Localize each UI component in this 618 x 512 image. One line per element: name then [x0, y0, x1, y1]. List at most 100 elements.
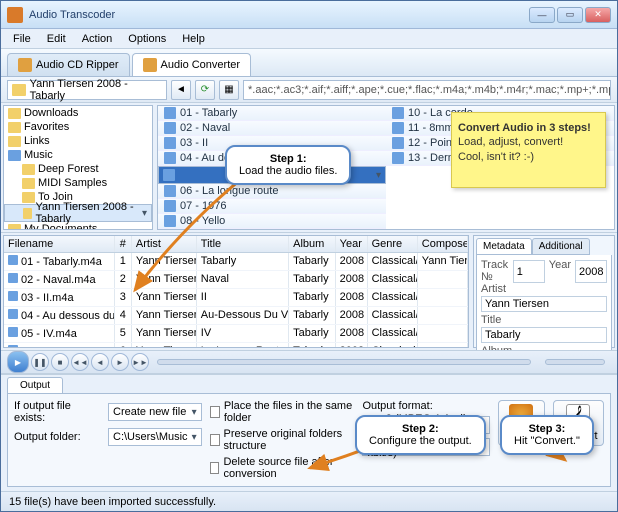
extensions-filter[interactable]: *.aac;*.ac3;*.aif;*.aiff;*.ape;*.cue;*.f… — [243, 80, 611, 100]
folder-tree[interactable]: DownloadsFavoritesLinksMusicDeep ForestM… — [3, 105, 153, 230]
tree-node[interactable]: Downloads — [4, 106, 152, 120]
menu-options[interactable]: Options — [120, 31, 174, 47]
audio-icon — [8, 345, 18, 347]
delete-checkbox[interactable] — [210, 462, 220, 474]
table-row[interactable]: 02 - Naval.m4a2Yann TiersenNavalTabarly2… — [4, 271, 468, 289]
folder-icon — [22, 164, 35, 175]
audio-icon — [8, 309, 18, 319]
player-bar: ▶ ❚❚ ■ ◄◄ ◄ ► ►► — [1, 350, 617, 374]
seek-slider[interactable] — [157, 359, 531, 365]
col-num[interactable]: # — [115, 236, 132, 252]
prev-button[interactable]: ◄◄ — [71, 353, 89, 371]
view-button[interactable]: ▦ — [219, 80, 239, 100]
output-folder-select[interactable]: C:\Users\Music — [108, 428, 202, 446]
callout-step1: Step 1:Load the audio files. — [225, 145, 351, 185]
folder-combo[interactable]: Yann Tiersen 2008 - Tabarly — [7, 80, 167, 100]
stop-button[interactable]: ■ — [51, 353, 69, 371]
next-button[interactable]: ►► — [131, 353, 149, 371]
file-item[interactable]: 02 - Naval — [158, 121, 386, 136]
callout-step3: Step 3:Hit "Convert." — [500, 415, 594, 455]
table-row[interactable]: 06 - La longue route.m4a6Yann TiersenLa … — [4, 343, 468, 347]
audio-icon — [392, 152, 404, 164]
audio-icon — [163, 169, 175, 181]
audio-icon — [392, 137, 404, 149]
year-input[interactable] — [575, 260, 607, 283]
nav-back-button[interactable]: ◄ — [171, 80, 191, 100]
tree-node[interactable]: Favorites — [4, 120, 152, 134]
menu-help[interactable]: Help — [174, 31, 213, 47]
audio-icon — [164, 215, 176, 227]
callout-step2: Step 2:Configure the output. — [355, 415, 486, 455]
col-album[interactable]: Album — [289, 236, 336, 252]
play-button[interactable]: ▶ — [7, 351, 29, 373]
audio-icon — [8, 273, 18, 283]
tab-additional[interactable]: Additional — [532, 238, 590, 255]
audio-icon — [8, 255, 18, 265]
pause-button[interactable]: ❚❚ — [31, 353, 49, 371]
metadata-pane: Metadata Additional Track № Year Artist … — [473, 235, 615, 348]
menu-edit[interactable]: Edit — [39, 31, 74, 47]
menubar: File Edit Action Options Help — [1, 29, 617, 49]
forward-button[interactable]: ► — [111, 353, 129, 371]
col-genre[interactable]: Genre — [368, 236, 418, 252]
file-item[interactable]: 08 - Yello — [158, 214, 386, 229]
converter-icon — [143, 58, 157, 72]
music-icon — [8, 150, 21, 161]
folder-icon — [22, 178, 35, 189]
volume-slider[interactable] — [545, 359, 605, 365]
title-input[interactable] — [481, 327, 607, 343]
maximize-button[interactable]: ▭ — [557, 7, 583, 23]
audio-icon — [164, 152, 176, 164]
col-title[interactable]: Title — [197, 236, 289, 252]
cd-icon — [18, 58, 32, 72]
refresh-button[interactable]: ⟳ — [195, 80, 215, 100]
col-artist[interactable]: Artist — [132, 236, 197, 252]
col-year[interactable]: Year — [336, 236, 368, 252]
col-filename[interactable]: Filename — [4, 236, 115, 252]
file-item[interactable]: 07 - 1976 — [158, 199, 386, 214]
preserve-checkbox[interactable] — [210, 434, 220, 446]
audio-icon — [164, 200, 176, 212]
sticky-title: Convert Audio in 3 steps! — [458, 122, 591, 134]
folder-icon — [8, 136, 21, 147]
col-composer[interactable]: Composer — [418, 236, 468, 252]
artist-input[interactable] — [481, 296, 607, 312]
close-button[interactable]: ✕ — [585, 7, 611, 23]
tree-node[interactable]: Music — [4, 148, 152, 162]
path-toolbar: Yann Tiersen 2008 - Tabarly ◄ ⟳ ▦ *.aac;… — [1, 77, 617, 103]
table-row[interactable]: 04 - Au dessous du...4Yann TiersenAu-Des… — [4, 307, 468, 325]
minimize-button[interactable]: — — [529, 7, 555, 23]
folder-icon — [8, 224, 21, 231]
tab-metadata[interactable]: Metadata — [476, 238, 532, 255]
track-number-input[interactable] — [513, 260, 545, 283]
folder-icon — [23, 208, 32, 219]
track-grid[interactable]: Filename # Artist Title Album Year Genre… — [3, 235, 469, 348]
status-bar: 15 file(s) have been imported successful… — [1, 491, 617, 511]
audio-icon — [8, 327, 18, 337]
output-tab[interactable]: Output — [7, 377, 63, 393]
tree-node[interactable]: Yann Tiersen 2008 - Tabarly — [4, 204, 152, 222]
file-item[interactable]: 09 - Point zéro — [158, 229, 386, 230]
audio-icon — [392, 107, 404, 119]
audio-icon — [392, 122, 404, 134]
folder-icon — [12, 84, 26, 96]
same-folder-checkbox[interactable] — [210, 406, 220, 418]
file-item[interactable]: 01 - Tabarly — [158, 106, 386, 121]
main-tabs: Audio CD Ripper Audio Converter — [1, 49, 617, 77]
file-item[interactable]: 06 - La longue route — [158, 184, 386, 199]
menu-action[interactable]: Action — [74, 31, 121, 47]
menu-file[interactable]: File — [5, 31, 39, 47]
sticky-note: Convert Audio in 3 steps! Load, adjust, … — [451, 112, 606, 188]
audio-icon — [8, 291, 18, 301]
tree-node[interactable]: Deep Forest — [4, 162, 152, 176]
table-row[interactable]: 03 - II.m4a3Yann TiersenIITabarly2008Cla… — [4, 289, 468, 307]
tree-node[interactable]: Links — [4, 134, 152, 148]
rewind-button[interactable]: ◄ — [91, 353, 109, 371]
tree-node[interactable]: MIDI Samples — [4, 176, 152, 190]
window-title: Audio Transcoder — [29, 9, 529, 21]
table-row[interactable]: 01 - Tabarly.m4a1Yann TiersenTabarlyTaba… — [4, 253, 468, 271]
tab-ripper[interactable]: Audio CD Ripper — [7, 53, 130, 76]
tab-converter[interactable]: Audio Converter — [132, 53, 252, 76]
table-row[interactable]: 05 - IV.m4a5Yann TiersenIVTabarly2008Cla… — [4, 325, 468, 343]
exists-select[interactable]: Create new file — [108, 403, 202, 421]
